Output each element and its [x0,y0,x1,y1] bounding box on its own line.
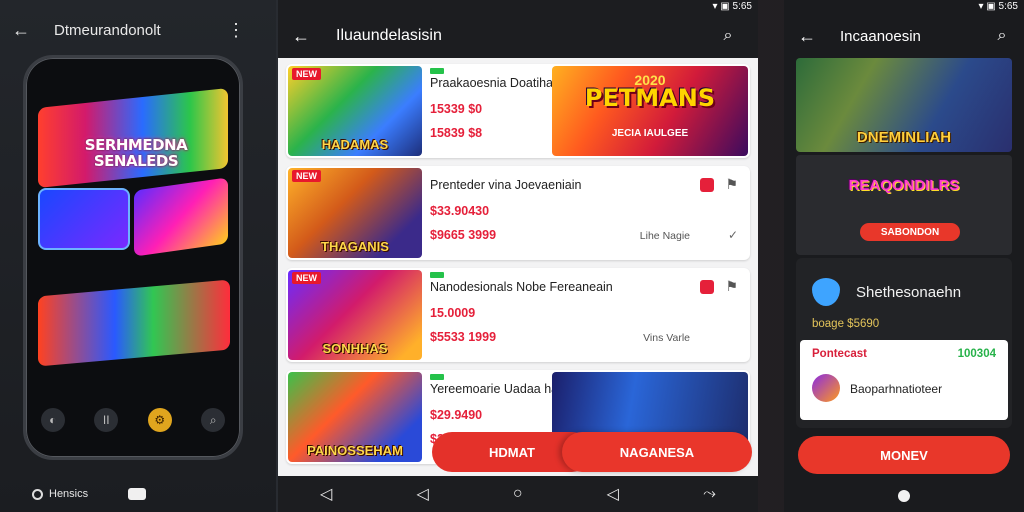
game-price: 15.0009 [430,306,476,320]
left-title: Dtmeurandonolt [54,21,161,39]
detail-value: 100304 [957,348,996,360]
middle-header: ← Iluaundelasisin ⌕ [278,14,758,58]
back-arrow-icon[interactable]: ← [798,26,820,47]
green-tag [430,68,444,74]
cart-icon[interactable] [700,280,714,294]
hero-label: DNEMINLIAH [856,129,952,146]
bookmark-icon[interactable]: ⚑ [725,278,738,295]
search-icon[interactable]: ⌕ [990,27,1014,45]
green-tag [430,374,444,380]
radio-icon[interactable] [32,488,43,500]
promo-card: REAQONDILRS SABONDON [796,155,1012,255]
status-bar: ▾ ▣ 5:65 [978,1,1019,12]
right-header: ← Incaanoesin ⌕ [784,14,1024,58]
detail-name: Baoparhnatioteer [850,382,943,396]
info-price: boage $5690 [812,318,880,330]
left-panel: ← Dtmeurandonolt ⋮ SERHMEDNA SENALEDS ◐ … [0,0,276,512]
middle-title: Iluaundelasisin [336,27,442,44]
dock-icon-4[interactable]: ⌕ [201,408,226,432]
new-badge: NEW [292,272,321,284]
home-dot-icon[interactable] [898,490,910,502]
promo-button[interactable]: SABONDON [860,223,960,241]
right-title: Incaanoesin [840,27,921,45]
info-detail-card[interactable]: Pontecast 100304 Baoparhnatioteer [800,340,1008,420]
game-price-alt: 15839 $8 [430,126,483,140]
middle-panel: ▾ ▣ 5:65 ← Iluaundelasisin ⌕ NEW HADAMAS… [278,0,758,512]
thumbnail-label: SONHHAS [322,341,388,356]
avatar [812,374,840,402]
thumbnail-label: PAINOSSEHAM [307,443,403,458]
footer-label: Hensics [49,488,89,500]
banner-title: PETMANS [584,84,716,112]
list-item[interactable]: NEW HADAMAS Praakaoesnia Doatiha 15339 $… [286,64,750,158]
promo-logo: REAQONDILRS [848,177,960,194]
status-bar: ▾ ▣ 5:65 [278,0,758,14]
game-name: Prenteder vina Joevaeniain [430,178,582,192]
more-vert-icon[interactable]: ⋮ [226,20,246,41]
game-note: Lihe Nagie [639,230,690,242]
dock-icon-3[interactable]: ⚙ [147,408,172,432]
money-button[interactable]: MONEV [798,436,1010,474]
green-tag [430,272,444,278]
phone-dock: ◐ II ⚙ ⌕ [26,408,240,432]
nav-share-icon[interactable]: ⤳ [703,485,716,503]
game-price: $33.90430 [430,204,490,218]
right-panel: ▾ ▣ 5:65 ← Incaanoesin ⌕ DNEMINLIAH REAQ… [784,0,1024,512]
thumbnail-label: HADAMAS [321,137,389,152]
dock-icon-2[interactable]: II [94,408,119,432]
back-arrow-icon[interactable]: ← [292,26,314,47]
game-price: $29.9490 [430,408,483,422]
thumbnail-label: THAGANIS [321,239,389,254]
banner-subtitle: JECIA IAULGEE [611,128,689,139]
nav-recent-icon[interactable]: ◁ [607,484,619,504]
list-item[interactable]: NEW THAGANIS Prenteder vina Joevaeniain … [286,166,750,260]
new-badge: NEW [292,170,321,182]
phone-mockup: SERHMEDNA SENALEDS ◐ II ⚙ ⌕ [23,55,243,460]
home-pill-icon[interactable] [128,488,147,500]
game-note: Vins Varle [643,332,690,344]
phone-banner-text: SERHMEDNA SENALEDS [84,136,188,170]
info-title: Shethesonaehn [856,284,962,301]
android-nav-bar: ◁ ◁ ○ ◁ ⤳ [278,476,758,512]
screenshot-stage: ← Dtmeurandonolt ⋮ SERHMEDNA SENALEDS ◐ … [0,0,1024,512]
chevron-icon[interactable]: ✓ [728,228,738,242]
list-item[interactable]: NEW SONHHAS Nanodesionals Nobe Fereaneai… [286,268,750,362]
back-arrow-icon[interactable]: ← [12,20,34,41]
game-tile-purple[interactable] [134,177,228,257]
game-tile-blue[interactable] [38,188,130,250]
new-badge: NEW [292,68,321,80]
search-icon[interactable]: ⌕ [716,27,740,45]
game-price-alt: $5533 1999 [430,330,497,344]
detail-label: Pontecast [812,348,867,360]
nav-home-icon[interactable]: ○ [513,485,523,503]
cart-icon[interactable] [700,178,714,192]
game-price: 15339 $0 [430,102,483,116]
promo-banner[interactable]: 2020 PETMANS JECIA IAULGEE [552,66,748,156]
nav-back-icon-2[interactable]: ◁ [416,484,428,504]
nav-back-icon[interactable]: ◁ [320,484,332,504]
game-name: Nanodesionals Nobe Fereaneain [430,280,613,294]
naganesa-button[interactable]: NAGANESA [562,432,752,472]
game-list: NEW HADAMAS Praakaoesnia Doatiha 15339 $… [278,58,758,476]
dock-icon-1[interactable]: ◐ [40,408,65,432]
bookmark-icon[interactable]: ⚑ [725,176,738,193]
left-header: ← Dtmeurandonolt ⋮ [0,12,276,48]
game-price-alt: $9665 3999 [430,228,497,242]
game-tile-heroes[interactable] [38,279,230,367]
left-footer: Hensics [0,484,276,504]
hero-banner[interactable]: DNEMINLIAH [796,58,1012,152]
action-buttons: HDMAT NAGANESA [432,432,752,474]
